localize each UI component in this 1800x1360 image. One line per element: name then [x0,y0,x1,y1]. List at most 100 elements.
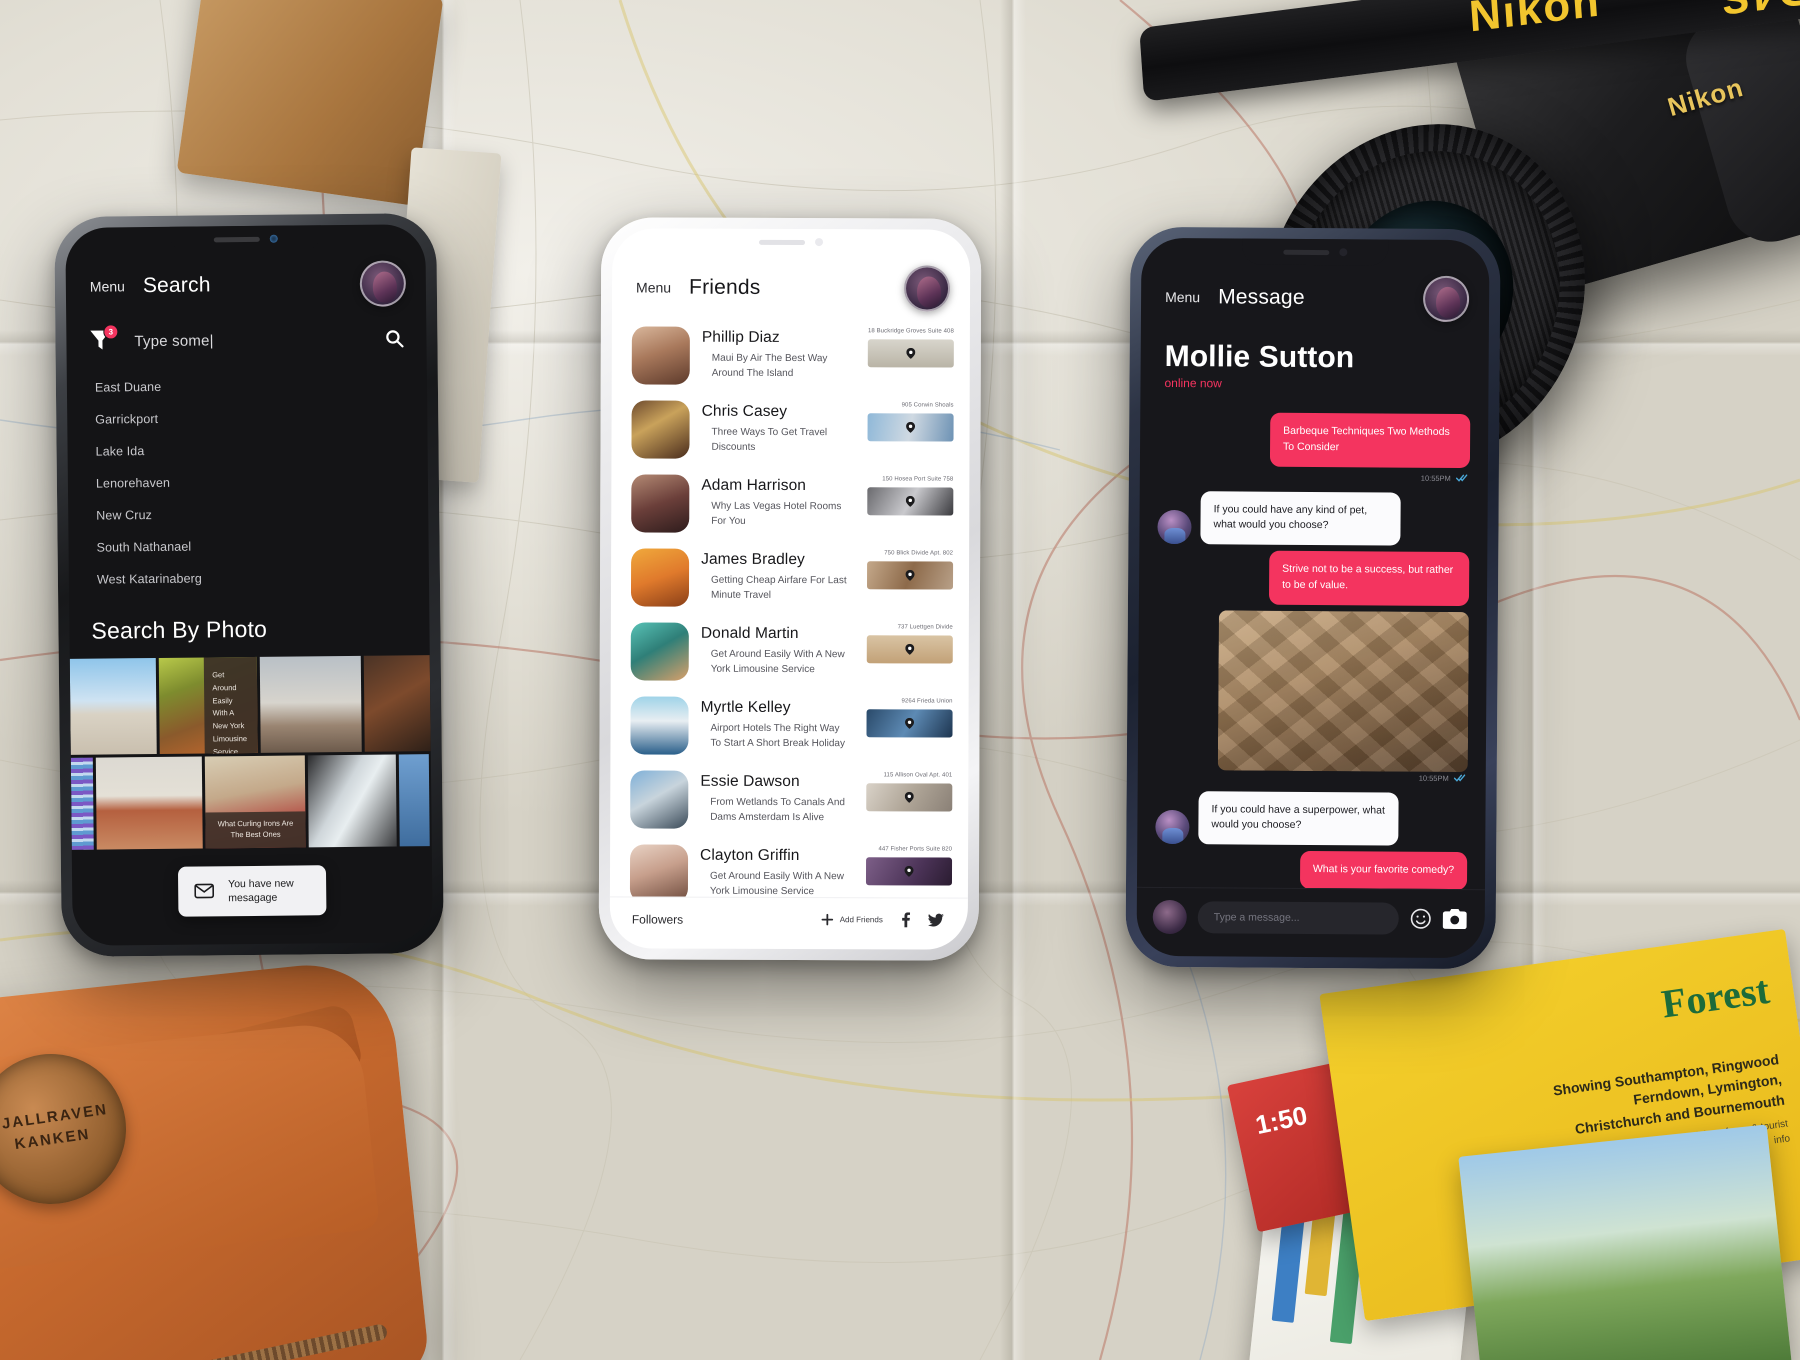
suggestion-item[interactable]: Garrickport [89,400,405,435]
message-bubble[interactable]: What is your favorite comedy? [1299,850,1468,890]
new-message-button[interactable]: You have new mesagage [177,864,327,917]
search-topbar: Menu Search [66,254,427,314]
friend-name: Clayton Griffin [700,846,800,865]
message-timestamp: 10:55PM [1420,473,1451,483]
pier-photo[interactable] [69,657,158,755]
search-input[interactable]: Type some| [128,330,370,350]
menu-button[interactable]: Menu [1165,289,1200,305]
location-thumbnail[interactable] [867,487,954,516]
search-suggestions: East Duane Garrickport Lake Ida Lenoreha… [67,358,429,596]
map-fold [1000,0,1026,1360]
friend-location: 737 Luettgen Divide [861,623,953,664]
friend-row[interactable]: Myrtle Kelley Airport Hotels The Right Wa… [610,688,968,763]
friend-location: 447 Fisher Ports Suite 820 [860,845,953,886]
avatar[interactable] [903,265,951,312]
brochure-scale-label: 1:50 [1252,1099,1310,1141]
bedroom-photo[interactable]: What Curling Irons Are The Best Ones [204,755,306,849]
friend-info: Essie Dawson From Wetlands To Canals And … [700,771,848,826]
add-friends-button[interactable]: Add Friends [821,913,883,926]
friend-avatar [629,844,689,898]
friend-avatar [630,548,690,607]
location-pin-icon [904,791,914,803]
message-topbar: Menu Message [1141,268,1489,326]
twitter-icon[interactable] [927,913,944,927]
new-message-label: You have new mesagage [228,876,294,905]
photo-grid-row-2: What Curling Irons Are The Best Ones [70,754,432,850]
red-canyon-photo[interactable] [95,756,203,850]
followers-label[interactable]: Followers [632,912,683,926]
autumn-tree-photo[interactable]: Get Around Easily With A New York Limous… [159,656,258,754]
brochure-title: Forest [1658,966,1773,1027]
message-input[interactable]: Type a message... [1197,901,1399,935]
message-bubble[interactable]: If you could have any kind of pet, what … [1200,490,1401,546]
photo-message[interactable] [1217,609,1469,772]
suggestion-item[interactable]: South Nathanael [90,528,406,563]
message-bubble[interactable]: Barbeque Techniques Two Methods To Consi… [1269,412,1471,468]
desert-couple-photo[interactable] [259,655,363,753]
location-thumbnail[interactable] [867,339,954,368]
menu-button[interactable]: Menu [90,278,125,294]
friend-row[interactable]: Adam Harrison Why Las Vegas Hotel Rooms F… [611,466,969,541]
suggestion-item[interactable]: Lake Ida [89,432,405,467]
chat-message: What is your favorite comedy? [1155,850,1468,890]
cta-line-1: You have new [228,877,294,890]
message-meta: 10:55PM [1158,471,1468,482]
friends-footer: Followers Add Friends [609,896,968,950]
search-by-photo-title: Search By Photo [91,615,268,644]
photo-caption: Get Around Easily With A New York Limous… [204,656,258,754]
envelope-icon [194,883,215,899]
friend-row[interactable]: Phillip Diaz Maui By Air The Best Way Aro… [612,318,970,393]
location-pin-icon [904,865,914,877]
friend-avatar [631,326,690,385]
location-thumbnail[interactable] [866,635,953,664]
location-pin-icon [905,569,915,581]
friend-address: 18 Buckridge Groves Suite 408 [867,328,954,335]
message-bubble[interactable]: If you could have a superpower, what wou… [1198,790,1399,846]
smiley-icon[interactable] [1410,908,1432,930]
friend-row[interactable]: Donald Martin Get Around Easily With A Ne… [611,614,969,689]
brochures-group: 1:50 Forest Showing Southampton, Ringwoo… [1160,928,1800,1360]
location-thumbnail[interactable] [865,857,953,886]
friend-address: 447 Fisher Ports Suite 820 [878,846,953,853]
message-bubble[interactable]: Strive not to be a success, but rather t… [1268,550,1470,606]
chat-message: If you could have a superpower, what wou… [1155,790,1467,846]
earpiece-speaker [759,239,806,245]
suggestion-item[interactable]: Lenorehaven [90,464,406,499]
wooden-board [176,0,444,206]
blue-photo[interactable] [398,754,430,847]
friends-screen: Menu Friends Phillip Diaz Maui By Air The… [609,228,971,950]
search-icon[interactable] [384,328,404,348]
avatar[interactable] [1422,275,1470,323]
location-pin-icon [905,495,915,507]
friend-name: Chris Casey [701,402,788,420]
friend-info: James Bradley Getting Cheap Airfare For L… [701,549,849,604]
friend-avatar [630,622,689,681]
location-thumbnail[interactable] [867,413,954,442]
phone-notch [1242,238,1389,266]
read-receipt-icon [1455,474,1468,482]
location-thumbnail[interactable] [866,709,953,738]
friend-row[interactable]: James Bradley Getting Cheap Airfare For L… [611,540,969,615]
search-row: 3 Type some| [66,310,426,362]
waterfall-photo[interactable] [307,754,397,848]
street-photo[interactable] [364,655,431,752]
friend-name: James Bradley [701,550,805,569]
menu-button[interactable]: Menu [636,279,671,295]
friend-row[interactable]: Clayton Griffin Get Around Easily With A … [610,836,968,898]
filter-icon[interactable]: 3 [88,324,119,355]
friends-phone: Menu Friends Phillip Diaz Maui By Air The… [598,217,982,961]
camera-icon[interactable] [1442,908,1467,930]
location-thumbnail[interactable] [866,783,953,812]
friend-row[interactable]: Essie Dawson From Wetlands To Canals And … [610,762,968,837]
avatar[interactable] [359,260,407,307]
friend-address: 115 Allison Oval Apt. 401 [883,772,953,779]
location-thumbnail[interactable] [866,561,954,590]
friend-location: 18 Buckridge Groves Suite 408 [862,327,954,368]
message-timestamp: 10:55PM [1418,773,1449,783]
suggestion-item[interactable]: West Katarinaberg [91,560,407,595]
friend-row[interactable]: Chris Casey Three Ways To Get Travel Disc… [611,392,969,467]
facebook-icon[interactable] [899,912,912,928]
suggestion-item[interactable]: East Duane [89,368,405,403]
glitch-photo[interactable] [70,757,94,850]
suggestion-item[interactable]: New Cruz [90,496,406,531]
